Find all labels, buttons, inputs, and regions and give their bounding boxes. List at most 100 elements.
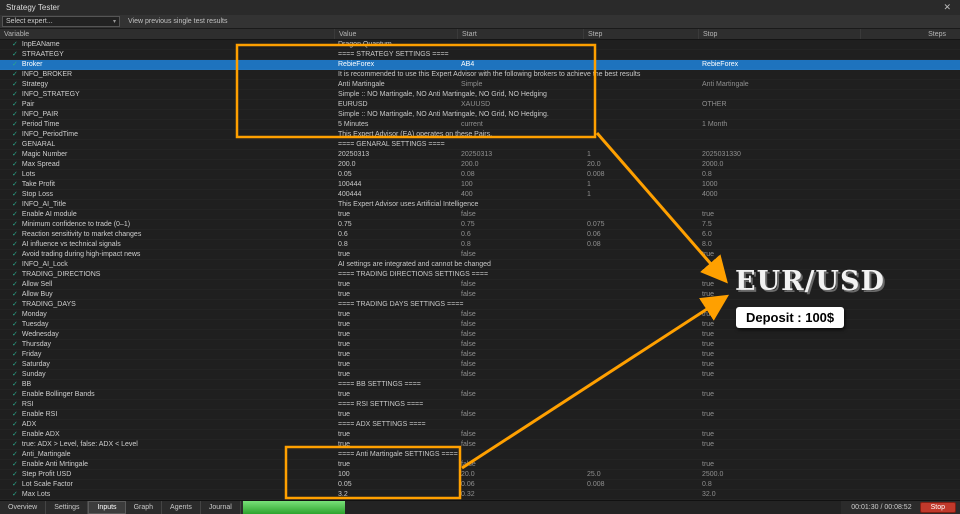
row-checkbox[interactable]: ✓ [12, 170, 18, 179]
column-header-step[interactable]: Step [583, 29, 698, 39]
table-row[interactable]: ✓ Strategy Anti Martingale Simple Anti Marti… [0, 80, 960, 90]
row-checkbox[interactable]: ✓ [12, 340, 18, 349]
table-row[interactable]: ✓ Wednesday true false true [0, 330, 960, 340]
table-row[interactable]: ✓ Step Profit USD 100 20.0 25.0 2500.0 [0, 470, 960, 480]
row-checkbox[interactable]: ✓ [12, 390, 18, 399]
row-checkbox[interactable]: ✓ [12, 420, 18, 429]
row-checkbox[interactable]: ✓ [12, 290, 18, 299]
table-row[interactable]: ✓ INFO_PAIR Simple :: NO Martingale, NO An… [0, 110, 960, 120]
table-row[interactable]: ✓ GENARAL ==== GENARAL SETTINGS ==== [0, 140, 960, 150]
row-checkbox[interactable]: ✓ [12, 450, 18, 459]
table-row[interactable]: ✓ Max Lots 3.2 0.32 32.0 [0, 490, 960, 500]
row-checkbox[interactable]: ✓ [12, 370, 18, 379]
row-checkbox[interactable]: ✓ [12, 190, 18, 199]
tab-inputs[interactable]: Inputs [88, 501, 126, 514]
table-row[interactable]: ✓ Pair EURUSD XAUUSD OTHER [0, 100, 960, 110]
table-row[interactable]: ✓ Saturday true false true [0, 360, 960, 370]
table-row[interactable]: ✓ Enable Bollinger Bands true false true [0, 390, 960, 400]
row-checkbox[interactable]: ✓ [12, 250, 18, 259]
row-checkbox[interactable]: ✓ [12, 180, 18, 189]
row-checkbox[interactable]: ✓ [12, 380, 18, 389]
tab-overview[interactable]: Overview [0, 501, 47, 514]
table-row[interactable]: ✓ INFO_PeriodTime This Expert Advisor (EA)… [0, 130, 960, 140]
row-checkbox[interactable]: ✓ [12, 50, 18, 59]
row-checkbox[interactable]: ✓ [12, 120, 18, 129]
table-row[interactable]: ✓ Minimum confidence to trade (0–1) 0.75 0.… [0, 220, 960, 230]
table-row[interactable]: ✓ Friday true false true [0, 350, 960, 360]
row-checkbox[interactable]: ✓ [12, 280, 18, 289]
column-header-value[interactable]: Value [334, 29, 457, 39]
row-checkbox[interactable]: ✓ [12, 350, 18, 359]
table-row[interactable]: ✓ true: ADX > Level, false: ADX < Level tr… [0, 440, 960, 450]
row-checkbox[interactable]: ✓ [12, 240, 18, 249]
column-header-start[interactable]: Start [457, 29, 583, 39]
row-checkbox[interactable]: ✓ [12, 490, 18, 499]
row-checkbox[interactable]: ✓ [12, 400, 18, 409]
table-row[interactable]: ✓ Enable Anti Mrtingale true false true [0, 460, 960, 470]
row-checkbox[interactable]: ✓ [12, 110, 18, 119]
row-checkbox[interactable]: ✓ [12, 430, 18, 439]
table-row[interactable]: ✓ INFO_AI_Title This Expert Advisor uses A… [0, 200, 960, 210]
table-row[interactable]: ✓ INFO_STRATEGY Simple :: NO Martingale, N… [0, 90, 960, 100]
table-row[interactable]: ✓ Lots 0.05 0.08 0.008 0.8 [0, 170, 960, 180]
table-row[interactable]: ✓ Stop Loss 400444 400 1 4000 [0, 190, 960, 200]
table-row[interactable]: ✓ AI influence vs technical signals 0.8 0.8… [0, 240, 960, 250]
column-header-variable[interactable]: Variable [0, 29, 334, 39]
row-checkbox[interactable]: ✓ [12, 460, 18, 469]
row-checkbox[interactable]: ✓ [12, 440, 18, 449]
close-icon[interactable]: ✕ [940, 2, 954, 13]
column-header-steps[interactable]: Steps [860, 29, 960, 39]
row-checkbox[interactable]: ✓ [12, 160, 18, 169]
row-checkbox[interactable]: ✓ [12, 200, 18, 209]
row-checkbox[interactable]: ✓ [12, 90, 18, 99]
expert-select[interactable]: Select expert... ▾ [2, 16, 120, 27]
table-row[interactable]: ✓ Period Time 5 Minutes current 1 Month [0, 120, 960, 130]
row-checkbox[interactable]: ✓ [12, 40, 18, 49]
row-checkbox[interactable]: ✓ [12, 130, 18, 139]
table-row[interactable]: ✓ ADX ==== ADX SETTINGS ==== [0, 420, 960, 430]
row-checkbox[interactable]: ✓ [12, 300, 18, 309]
table-row[interactable]: ✓ BB ==== BB SETTINGS ==== [0, 380, 960, 390]
row-checkbox[interactable]: ✓ [12, 310, 18, 319]
table-row[interactable]: ✓ STRAATEGY ==== STRATEGY SETTINGS ==== [0, 50, 960, 60]
tab-journal[interactable]: Journal [201, 501, 241, 514]
table-row[interactable]: ✓ Enable RSI true false true [0, 410, 960, 420]
row-checkbox[interactable]: ✓ [12, 410, 18, 419]
stop-button[interactable]: Stop [919, 502, 956, 513]
row-checkbox[interactable]: ✓ [12, 360, 18, 369]
row-checkbox[interactable]: ✓ [12, 80, 18, 89]
tab-agents[interactable]: Agents [162, 501, 201, 514]
table-row[interactable]: ✓ InpEAName Dragon Quantum [0, 40, 960, 50]
row-checkbox[interactable]: ✓ [12, 330, 18, 339]
table-row[interactable]: ✓ Avoid trading during high-impact news tr… [0, 250, 960, 260]
tab-graph[interactable]: Graph [126, 501, 163, 514]
row-checkbox[interactable]: ✓ [12, 470, 18, 479]
row-checkbox[interactable]: ✓ [12, 140, 18, 149]
table-row[interactable]: ✓ Enable AI module true false true [0, 210, 960, 220]
row-checkbox[interactable]: ✓ [12, 150, 18, 159]
row-checkbox[interactable]: ✓ [12, 270, 18, 279]
table-row[interactable]: ✓ Magic Number 20250313 20250313 1 2025031330 [0, 150, 960, 160]
table-row[interactable]: ✓ Take Profit 100444 100 1 1000 [0, 180, 960, 190]
table-row[interactable]: ✓ Lot Scale Factor 0.05 0.06 0.008 0.8 [0, 480, 960, 490]
table-row[interactable]: ✓ INFO_BROKER It is recommended to use thi… [0, 70, 960, 80]
row-checkbox[interactable]: ✓ [12, 230, 18, 239]
table-row[interactable]: ✓ Anti_Martingale ==== Anti Martingale SET… [0, 450, 960, 460]
table-row[interactable]: ✓ Thursday true false true [0, 340, 960, 350]
table-row[interactable]: ✓ Enable ADX true false true [0, 430, 960, 440]
table-row[interactable]: ✓ Max Spread 200.0 200.0 20.0 2000.0 [0, 160, 960, 170]
row-checkbox[interactable]: ✓ [12, 220, 18, 229]
column-header-stop[interactable]: Stop [698, 29, 860, 39]
row-checkbox[interactable]: ✓ [12, 210, 18, 219]
table-row[interactable]: ✓ Reaction sensitivity to market changes 0… [0, 230, 960, 240]
row-checkbox[interactable]: ✓ [12, 100, 18, 109]
row-checkbox[interactable]: ✓ [12, 480, 18, 489]
table-row[interactable]: ✓ Sunday true false true [0, 370, 960, 380]
row-checkbox[interactable]: ✓ [12, 60, 18, 69]
tab-settings[interactable]: Settings [46, 501, 89, 514]
table-row[interactable]: ✓ RSI ==== RSI SETTINGS ==== [0, 400, 960, 410]
row-checkbox[interactable]: ✓ [12, 260, 18, 269]
row-checkbox[interactable]: ✓ [12, 320, 18, 329]
table-row[interactable]: ✓ Broker RebieForex AB4 RebieForex [0, 60, 960, 70]
row-checkbox[interactable]: ✓ [12, 70, 18, 79]
